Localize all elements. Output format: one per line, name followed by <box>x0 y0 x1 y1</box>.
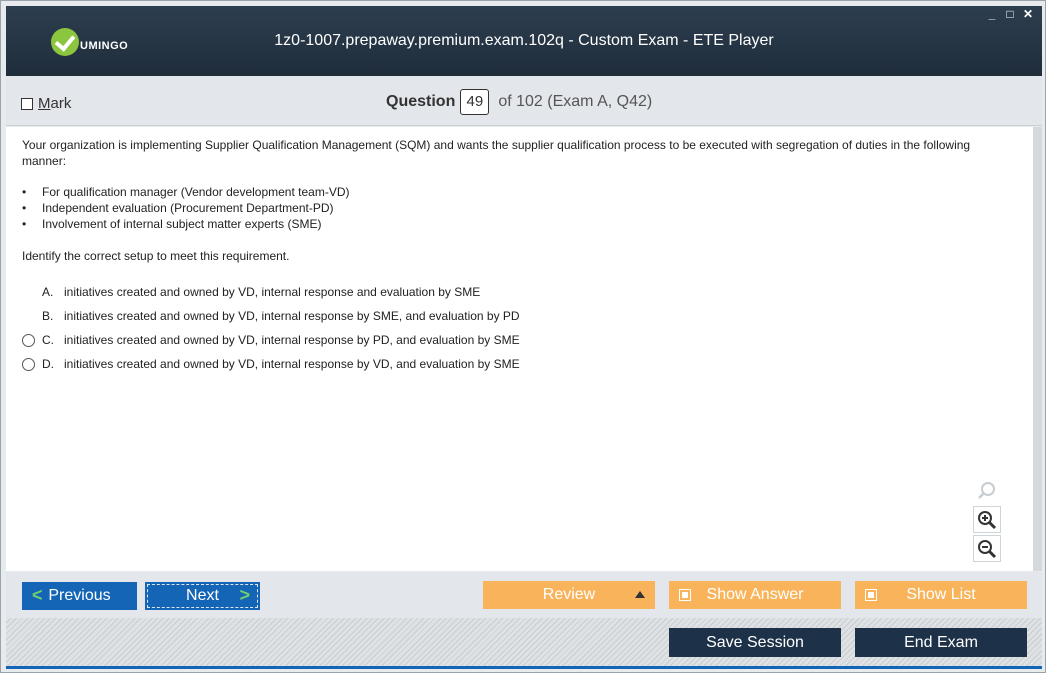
option-letter: C. <box>42 333 54 347</box>
review-label: Review <box>542 586 596 603</box>
option-letter: D. <box>42 357 54 371</box>
option-text: initiatives created and owned by VD, int… <box>64 309 520 323</box>
end-exam-button[interactable]: End Exam <box>855 628 1027 657</box>
question-content: Your organization is implementing Suppli… <box>6 127 1042 571</box>
question-label: Question <box>386 93 456 110</box>
zoom-in-icon[interactable] <box>973 506 1001 533</box>
question-count: of 102 (Exam A, Q42) <box>498 93 653 110</box>
radio-icon[interactable] <box>22 357 35 371</box>
footer-bar: Save Session End Exam <box>6 618 1042 666</box>
navigation-bar: < Previous Next > Review Show Answer Sho… <box>6 572 1042 618</box>
maximize-icon[interactable]: □ <box>1004 7 1016 21</box>
option-text: initiatives created and owned by VD, int… <box>64 285 481 299</box>
checkbox-icon <box>865 589 877 601</box>
show-answer-label: Show Answer <box>706 586 804 603</box>
answer-options: A. initiatives created and owned by VD, … <box>22 280 520 376</box>
option-text: initiatives created and owned by VD, int… <box>64 357 520 371</box>
minimize-icon[interactable]: _ <box>986 7 998 21</box>
previous-button[interactable]: < Previous <box>22 582 137 610</box>
next-button[interactable]: Next > <box>145 582 260 610</box>
option-letter: A. <box>42 285 54 299</box>
question-header: Mark Question 49 of 102 (Exam A, Q42) <box>6 76 1042 126</box>
chevron-right-icon: > <box>239 585 250 605</box>
question-number-input[interactable]: 49 <box>460 89 490 115</box>
radio-icon[interactable] <box>22 333 35 347</box>
requirement-list: • For qualification manager (Vendor devel… <box>22 184 350 232</box>
show-list-label: Show List <box>906 586 976 603</box>
zoom-out-icon[interactable] <box>973 535 1001 562</box>
vertical-scrollbar[interactable] <box>1033 127 1042 571</box>
answer-option-d[interactable]: D. initiatives created and owned by VD, … <box>22 352 520 376</box>
show-list-button[interactable]: Show List <box>855 581 1027 609</box>
triangle-up-icon <box>635 591 645 598</box>
checkbox-icon <box>679 589 691 601</box>
window-controls: _ □ ✕ <box>986 7 1034 21</box>
app-window: UMINGO 1z0-1007.prepaway.premium.exam.10… <box>0 0 1046 673</box>
option-letter: B. <box>42 309 54 323</box>
option-text: initiatives created and owned by VD, int… <box>64 333 520 347</box>
list-item: • Independent evaluation (Procurement Dep… <box>22 201 334 215</box>
review-button[interactable]: Review <box>483 581 655 609</box>
mark-checkbox[interactable]: Mark <box>21 95 71 112</box>
list-item: • For qualification manager (Vendor devel… <box>22 185 350 199</box>
save-session-button[interactable]: Save Session <box>669 628 841 657</box>
zoom-controls <box>973 477 1003 564</box>
mark-label: Mark <box>38 95 72 112</box>
answer-option-b[interactable]: B. initiatives created and owned by VD, … <box>22 304 520 328</box>
chevron-left-icon: < <box>32 585 43 605</box>
window-title: 1z0-1007.prepaway.premium.exam.102q - Cu… <box>274 32 774 49</box>
close-icon[interactable]: ✕ <box>1022 7 1034 21</box>
checkbox-icon[interactable] <box>21 97 33 110</box>
zoom-search-icon[interactable] <box>973 477 1001 504</box>
list-item: • Involvement of internal subject matter … <box>22 217 322 231</box>
question-text: Your organization is implementing Suppli… <box>22 138 971 168</box>
next-label: Next <box>186 587 219 604</box>
show-answer-button[interactable]: Show Answer <box>669 581 841 609</box>
answer-option-c[interactable]: C. initiatives created and owned by VD, … <box>22 328 520 352</box>
title-bar: UMINGO 1z0-1007.prepaway.premium.exam.10… <box>6 6 1042 76</box>
question-navigator: Question 49 of 102 (Exam A, Q42) <box>386 89 652 115</box>
previous-label: Previous <box>48 587 111 604</box>
answer-option-a[interactable]: A. initiatives created and owned by VD, … <box>22 280 520 304</box>
bottom-accent-line <box>6 666 1042 669</box>
question-instruction: Identify the correct setup to meet this … <box>22 249 290 263</box>
